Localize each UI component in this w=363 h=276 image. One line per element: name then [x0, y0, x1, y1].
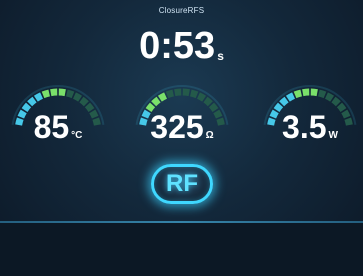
rf-button-label: RF	[166, 170, 198, 197]
timer-value: 0:53	[139, 25, 216, 67]
gauge-segment	[285, 92, 296, 102]
rf-control[interactable]: RF	[147, 159, 217, 209]
impedance-readout: 325 Ω	[130, 110, 234, 153]
gauge-segment	[324, 92, 335, 102]
gauge-segment	[50, 88, 58, 97]
device-screen: ClosureRFS 0:53 s 85 °C 325 Ω 3.5 W RF	[0, 0, 363, 276]
gauge-segment	[58, 88, 66, 97]
temperature-gauge: 85 °C	[6, 80, 110, 150]
power-readout: 3.5 W	[258, 110, 362, 153]
gauge-segment	[157, 92, 168, 102]
impedance-unit: Ω	[205, 130, 214, 141]
gauge-segment	[165, 89, 175, 99]
power-value: 3.5	[282, 109, 327, 145]
gauge-segment	[203, 96, 213, 107]
device-title: ClosureRFS	[158, 6, 205, 15]
gauge-segment	[151, 96, 161, 107]
temperature-readout: 85 °C	[6, 110, 110, 153]
gauge-segment	[33, 92, 44, 102]
gauge-segment	[189, 89, 199, 99]
temperature-value: 85	[33, 109, 70, 145]
temperature-unit: °C	[71, 130, 83, 141]
gauge-segment	[279, 96, 289, 107]
gauge-segment	[302, 88, 310, 97]
gauge-segment	[310, 88, 318, 97]
gauge-segment	[293, 89, 303, 99]
power-gauge: 3.5 W	[258, 80, 362, 150]
footer-panel	[0, 223, 363, 276]
treatment-timer: 0:53 s	[0, 26, 363, 76]
timer-unit: s	[217, 49, 224, 63]
impedance-value: 325	[150, 109, 204, 145]
gauge-segment	[65, 89, 75, 99]
gauge-segment	[317, 89, 327, 99]
gauge-segment	[27, 96, 37, 107]
gauge-segment	[41, 89, 51, 99]
gauge-segment	[72, 92, 83, 102]
gauge-segment	[331, 96, 341, 107]
gauge-segment	[79, 96, 89, 107]
power-unit: W	[328, 130, 338, 141]
gauge-segment	[196, 92, 207, 102]
gauge-segment	[174, 88, 182, 97]
rf-button[interactable]: RF	[151, 164, 213, 204]
gauge-segment	[182, 88, 190, 97]
impedance-gauge: 325 Ω	[130, 80, 234, 150]
